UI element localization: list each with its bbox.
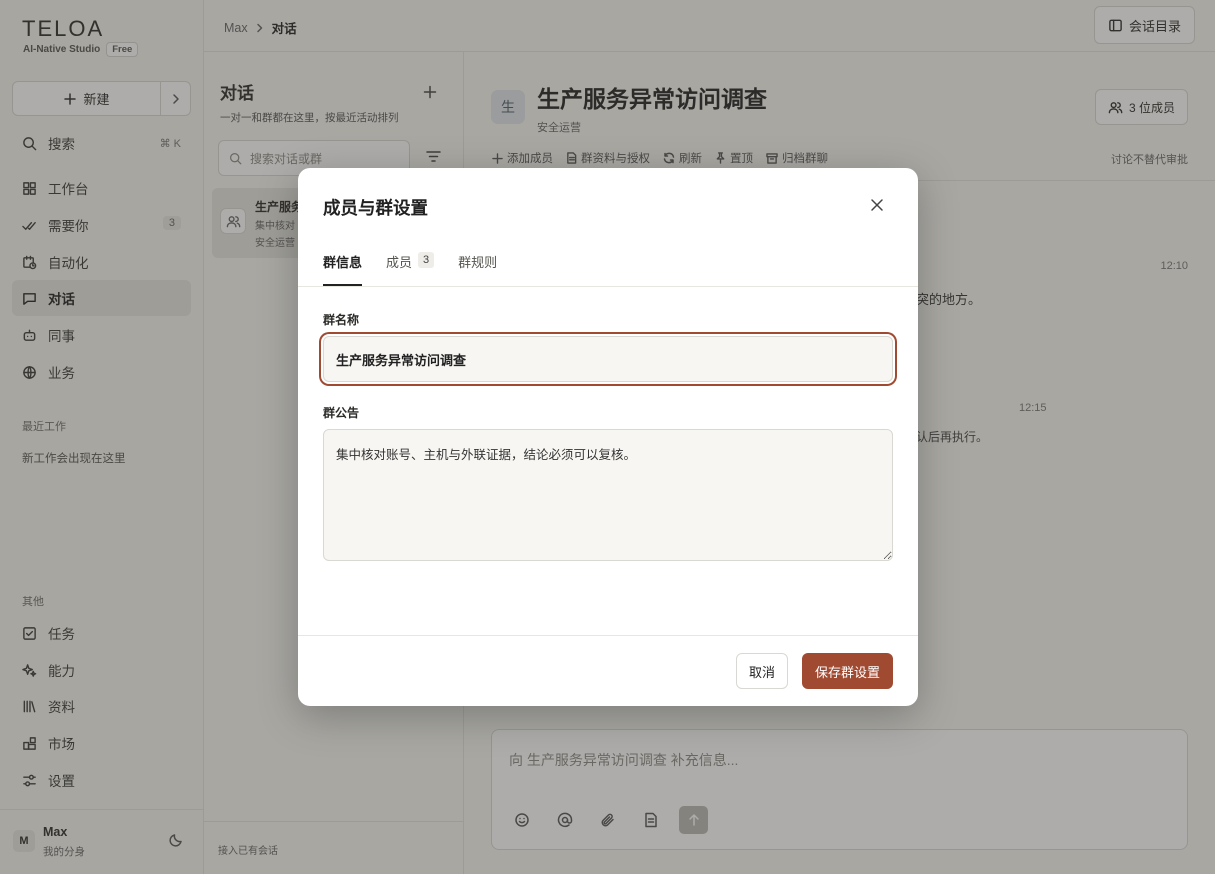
tab-group-info[interactable]: 群信息: [323, 252, 363, 286]
divider: [298, 286, 918, 287]
tab-group-rules[interactable]: 群规则: [458, 252, 497, 286]
dialog-tabs: 群信息 成员 3 群规则: [323, 252, 497, 286]
group-name-input[interactable]: [323, 336, 893, 382]
group-notice-label: 群公告: [323, 406, 360, 420]
tab-label: 群规则: [458, 255, 498, 270]
tab-label: 成员: [386, 255, 413, 270]
group-settings-dialog: 成员与群设置 群信息 成员 3 群规则 群名称 群公告 集中核对账号、主机与外联…: [298, 168, 918, 706]
close-icon[interactable]: [869, 197, 885, 213]
group-name-label: 群名称: [323, 313, 360, 327]
save-settings-button[interactable]: 保存群设置: [802, 653, 893, 689]
group-notice-textarea[interactable]: 集中核对账号、主机与外联证据，结论必须可以复核。: [323, 429, 893, 561]
divider: [298, 635, 918, 636]
dialog-title: 成员与群设置: [323, 198, 428, 218]
cancel-button[interactable]: 取消: [736, 653, 788, 689]
members-count-badge: 3: [418, 252, 435, 268]
tab-label: 群信息: [323, 255, 363, 270]
tab-members[interactable]: 成员 3: [386, 252, 435, 286]
